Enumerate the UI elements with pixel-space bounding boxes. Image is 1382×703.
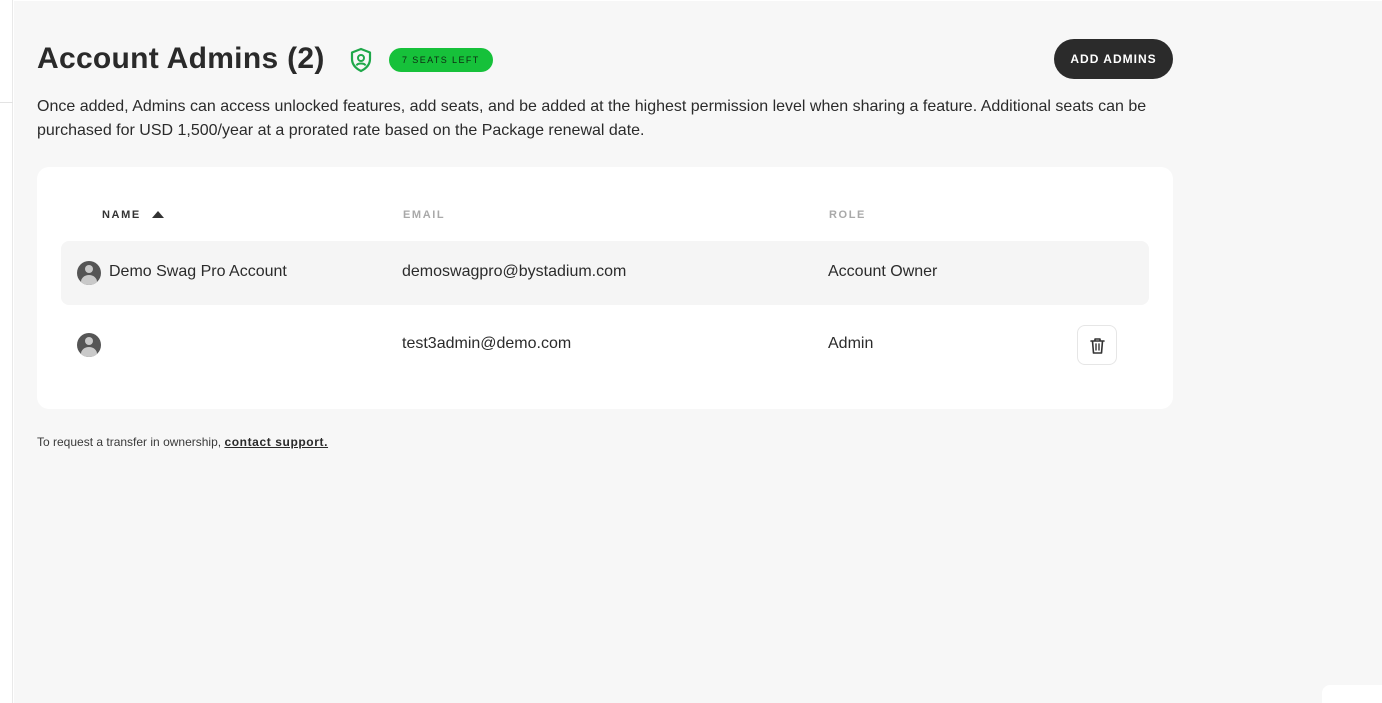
delete-admin-button[interactable] (1077, 325, 1117, 365)
page-header: Account Admins (2) 7 SEATS LEFT ADD ADMI… (37, 39, 1173, 81)
avatar-icon (77, 333, 101, 357)
admin-email: demoswagpro@bystadium.com (402, 263, 627, 280)
ownership-transfer-note: To request a transfer in ownership, cont… (37, 435, 328, 449)
left-sidebar-edge (0, 0, 13, 703)
shield-user-icon (349, 47, 373, 73)
table-row: test3admin@demo.com Admin (61, 313, 1149, 377)
admin-role: Account Owner (828, 263, 938, 280)
description-text: Once added, Admins can access unlocked f… (37, 98, 1147, 139)
corner-widget (1322, 685, 1382, 703)
sort-ascending-icon[interactable] (152, 211, 164, 218)
page-title: Account Admins (2) (37, 42, 325, 75)
table-row: Demo Swag Pro Account demoswagpro@bystad… (61, 241, 1149, 305)
admin-name: Demo Swag Pro Account (109, 263, 287, 280)
footer-text: To request a transfer in ownership, (37, 435, 225, 449)
admin-email: test3admin@demo.com (402, 335, 572, 352)
column-header-email[interactable]: EMAIL (403, 209, 445, 221)
column-header-name[interactable]: NAME (102, 209, 141, 221)
admin-role: Admin (828, 335, 874, 352)
trash-icon (1090, 338, 1105, 354)
column-header-role[interactable]: ROLE (829, 209, 866, 221)
sidebar-divider (0, 102, 13, 103)
seats-left-badge: 7 SEATS LEFT (389, 48, 493, 72)
contact-support-link[interactable]: contact support. (224, 435, 328, 449)
main-content: Account Admins (2) 7 SEATS LEFT ADD ADMI… (14, 1, 1382, 703)
add-admins-button[interactable]: ADD ADMINS (1054, 39, 1173, 79)
admins-table: NAME EMAIL ROLE Demo Swag Pro Account de… (37, 167, 1173, 409)
avatar-icon (77, 261, 101, 285)
